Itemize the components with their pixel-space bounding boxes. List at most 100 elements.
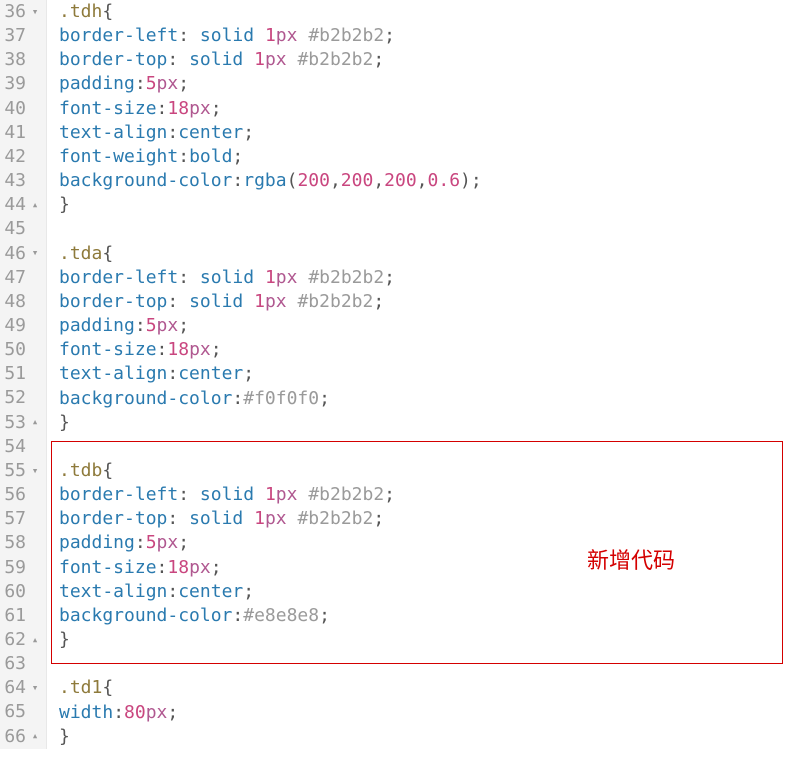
- fold-toggle-icon[interactable]: ▾: [30, 246, 40, 261]
- code-line[interactable]: width:80px;: [59, 701, 800, 725]
- fold-toggle-icon[interactable]: ▴: [30, 198, 40, 213]
- token-unit: px: [157, 315, 179, 336]
- token-hex: #b2b2b2: [297, 291, 373, 312]
- token-punc: ;: [167, 702, 178, 723]
- gutter-row: 62▴: [4, 628, 40, 652]
- code-line[interactable]: background-color:#e8e8e8;: [59, 604, 800, 628]
- code-line[interactable]: }: [59, 193, 800, 217]
- gutter: 36▾3738394041424344▴4546▾47484950515253▴…: [0, 0, 47, 749]
- code-line[interactable]: padding:5px;: [59, 314, 800, 338]
- code-line[interactable]: border-left: solid 1px #b2b2b2;: [59, 24, 800, 48]
- gutter-row: 59: [4, 556, 40, 580]
- code-line[interactable]: font-size:18px;: [59, 97, 800, 121]
- gutter-row: 63: [4, 652, 40, 676]
- token-num: 18: [167, 557, 189, 578]
- code-line[interactable]: text-align:center;: [59, 580, 800, 604]
- token-punc: [287, 49, 298, 70]
- code-line[interactable]: font-size:18px;: [59, 338, 800, 362]
- token-punc: [297, 484, 308, 505]
- code-line[interactable]: .tdb{: [59, 459, 800, 483]
- token-punc: ;: [211, 339, 222, 360]
- code-line[interactable]: }: [59, 725, 800, 749]
- fold-toggle-icon[interactable]: ▴: [30, 415, 40, 430]
- code-line[interactable]: border-left: solid 1px #b2b2b2;: [59, 266, 800, 290]
- fold-toggle-icon[interactable]: ▴: [30, 729, 40, 744]
- code-line[interactable]: border-top: solid 1px #b2b2b2;: [59, 507, 800, 531]
- token-punc: :: [167, 122, 178, 143]
- code-line[interactable]: border-top: solid 1px #b2b2b2;: [59, 290, 800, 314]
- code-line[interactable]: [59, 435, 800, 459]
- token-ident: solid: [189, 49, 243, 70]
- line-number: 55: [4, 459, 26, 483]
- token-prop: background-color: [59, 388, 232, 409]
- gutter-row: 56: [4, 483, 40, 507]
- fold-toggle-icon[interactable]: ▾: [30, 464, 40, 479]
- token-num: 18: [167, 98, 189, 119]
- token-punc: [243, 49, 254, 70]
- code-line[interactable]: font-weight:bold;: [59, 145, 800, 169]
- token-punc: ;: [384, 25, 395, 46]
- token-prop: font-weight: [59, 146, 178, 167]
- line-number: 54: [4, 435, 26, 459]
- token-punc: :: [178, 484, 200, 505]
- token-punc: [254, 484, 265, 505]
- line-number: 50: [4, 338, 26, 362]
- code-line[interactable]: padding:5px;: [59, 531, 800, 555]
- token-punc: ;: [373, 49, 384, 70]
- code-line[interactable]: border-left: solid 1px #b2b2b2;: [59, 483, 800, 507]
- code-line[interactable]: padding:5px;: [59, 72, 800, 96]
- code-line[interactable]: [59, 652, 800, 676]
- token-punc: ;: [373, 291, 384, 312]
- code-line[interactable]: }: [59, 628, 800, 652]
- line-number: 45: [4, 217, 26, 241]
- token-brace: {: [102, 460, 113, 481]
- gutter-row: 41: [4, 121, 40, 145]
- token-punc: ): [460, 170, 471, 191]
- token-hex: #b2b2b2: [308, 25, 384, 46]
- token-num: 200: [297, 170, 330, 191]
- code-line[interactable]: border-top: solid 1px #b2b2b2;: [59, 48, 800, 72]
- code-editor[interactable]: 36▾3738394041424344▴4546▾47484950515253▴…: [0, 0, 800, 749]
- code-line[interactable]: .tdh{: [59, 0, 800, 24]
- fold-toggle-icon[interactable]: ▴: [30, 633, 40, 648]
- code-line[interactable]: background-color:#f0f0f0;: [59, 387, 800, 411]
- fold-toggle-icon[interactable]: ▾: [30, 681, 40, 696]
- code-line[interactable]: text-align:center;: [59, 121, 800, 145]
- token-sel: .td1: [59, 677, 102, 698]
- token-punc: :: [135, 532, 146, 553]
- line-number: 61: [4, 604, 26, 628]
- code-line[interactable]: }: [59, 411, 800, 435]
- token-ident: bold: [189, 146, 232, 167]
- code-line[interactable]: .tda{: [59, 242, 800, 266]
- token-sel: .tda: [59, 243, 102, 264]
- code-line[interactable]: background-color:rgba(200,200,200,0.6);: [59, 169, 800, 193]
- token-punc: :: [157, 339, 168, 360]
- token-prop: border-left: [59, 25, 178, 46]
- code-area[interactable]: 新增代码 .tdh{border-left: solid 1px #b2b2b2…: [47, 0, 800, 749]
- gutter-row: 37: [4, 24, 40, 48]
- token-hex: #f0f0f0: [243, 388, 319, 409]
- token-punc: :: [135, 315, 146, 336]
- code-line[interactable]: text-align:center;: [59, 362, 800, 386]
- code-line[interactable]: .td1{: [59, 676, 800, 700]
- code-line[interactable]: [59, 217, 800, 241]
- token-hex: #b2b2b2: [297, 49, 373, 70]
- line-number: 66: [4, 725, 26, 749]
- token-brace: }: [59, 194, 70, 215]
- code-line[interactable]: font-size:18px;: [59, 556, 800, 580]
- token-brace: }: [59, 726, 70, 747]
- line-number: 44: [4, 193, 26, 217]
- token-punc: [287, 291, 298, 312]
- token-prop: font-size: [59, 339, 157, 360]
- token-punc: :: [232, 605, 243, 626]
- token-prop: border-left: [59, 484, 178, 505]
- fold-toggle-icon[interactable]: ▾: [30, 5, 40, 20]
- token-num: 1: [254, 291, 265, 312]
- token-prop: text-align: [59, 122, 167, 143]
- token-punc: ;: [211, 98, 222, 119]
- token-punc: [287, 508, 298, 529]
- token-sel: .tdh: [59, 1, 102, 22]
- token-prop: text-align: [59, 363, 167, 384]
- token-punc: ;: [232, 146, 243, 167]
- token-brace: }: [59, 629, 70, 650]
